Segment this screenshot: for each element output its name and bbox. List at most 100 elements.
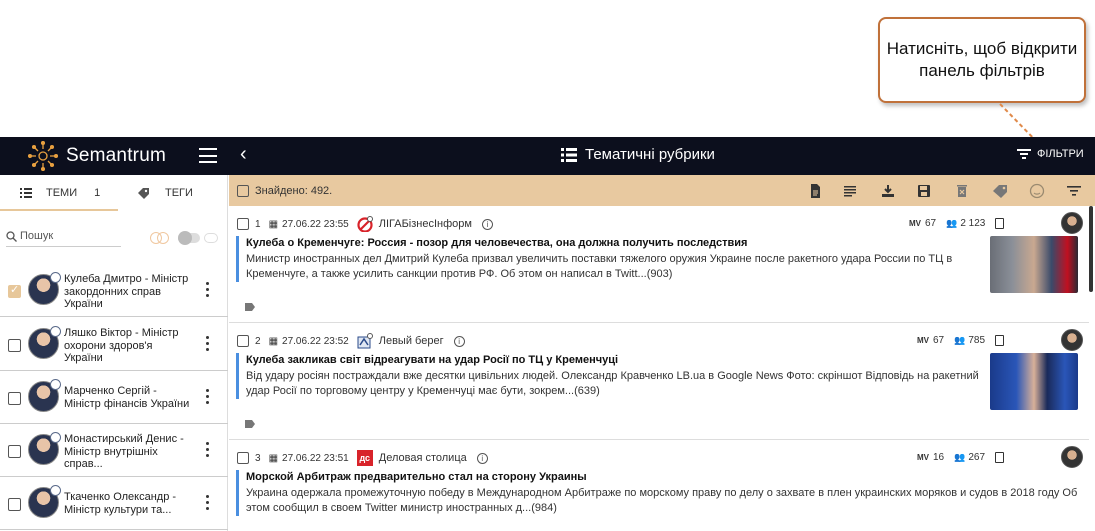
audience-icon: 👥 [954,452,966,462]
info-icon[interactable]: i [453,335,465,347]
brand-logo[interactable]: Semantrum [26,141,166,171]
more-vert-icon[interactable] [202,336,212,351]
sidebar: ТЕМИ 1 ТЕГИ Пошук Кулеба [0,175,228,531]
search-input[interactable]: Пошук [6,230,121,247]
article-body: Морской Арбитраж предварительно стал на … [236,470,1086,516]
topic-checkbox[interactable] [8,498,21,511]
tab-tags-label: ТЕГИ [165,187,193,199]
emoji-icon[interactable] [1029,183,1045,199]
info-icon[interactable]: i [481,218,493,230]
article-body: Кулеба о Кременчуге: Россия - позор для … [236,236,984,282]
filter-lines-icon [1017,149,1031,159]
page-title: Тематичні рубрики [561,146,715,163]
document-icon[interactable] [995,335,1004,346]
audience-value: 2 123 [960,218,986,229]
article-title[interactable]: Морской Арбитраж предварительно стал на … [246,470,1086,484]
topic-checkbox[interactable] [8,392,21,405]
mv-value: 16 [933,452,945,463]
sidebar-toggles [150,231,218,245]
tab-topics-label: ТЕМИ [46,187,78,199]
hamburger-menu-icon[interactable] [199,148,217,163]
search-icon [6,230,17,242]
article-body: Кулеба закликав світ відреагувати на уда… [236,353,984,399]
more-vert-icon[interactable] [202,495,212,510]
topic-item[interactable]: Ляшко Віктор - Міністр охорони здоров'я … [0,319,228,371]
avatar [28,432,61,465]
article-card[interactable]: 1 ▦ 27.06.22 23:55 ЛІГАБізнесІнформ i MV… [229,206,1089,323]
source-logo-icon [357,333,373,349]
topic-name: Марченко Сергій - Міністр фінансів Украї… [64,385,190,410]
brand-name: Semantrum [66,145,167,166]
source-avatar [1061,329,1083,351]
toggle-switch-secondary[interactable] [204,233,218,243]
delete-icon[interactable] [954,183,970,199]
article-title[interactable]: Кулеба о Кременчуге: Россия - позор для … [246,236,984,250]
scrollbar[interactable] [1089,206,1093,292]
avatar [28,326,61,359]
sort-filter-icon[interactable] [1066,183,1082,199]
more-vert-icon[interactable] [202,389,212,404]
top-bar: Semantrum ‹ Тематичні рубрики ФІЛЬТРИ [0,137,1095,175]
topic-name: Ткаченко Олександр - Міністр культури та… [64,491,177,516]
tag-icon[interactable] [245,420,255,428]
tab-tags[interactable]: ТЕГИ [138,187,193,199]
avatar [28,485,61,518]
select-all-checkbox[interactable] [237,185,249,197]
article-title[interactable]: Кулеба закликав світ відреагувати на уда… [246,353,984,367]
info-icon[interactable]: i [476,452,488,464]
tab-topics[interactable]: ТЕМИ 1 [20,187,100,199]
toggle-switch[interactable] [178,231,200,245]
chevron-left-icon[interactable]: ‹ [240,143,247,166]
topic-item[interactable]: Марченко Сергій - Міністр фінансів Украї… [0,372,228,424]
article-thumbnail[interactable] [990,236,1078,293]
mv-label: MV [909,219,921,228]
topic-name: Кулеба Дмитро - Міністр закордонних спра… [64,273,189,310]
topic-checkbox[interactable] [8,283,21,298]
text-lines-icon[interactable] [842,183,858,199]
article-metrics: MV 67 👥 785 [917,335,985,346]
document-icon[interactable] [995,218,1004,229]
sunburst-logo-icon [27,141,59,171]
more-vert-icon[interactable] [202,442,212,457]
topic-item[interactable]: Монастирський Денис - Міністр внутрішніх… [0,425,228,477]
tag-icon[interactable] [245,303,255,311]
article-checkbox[interactable] [237,452,249,464]
article-card[interactable]: 3 ▦ 27.06.22 23:51 дс Деловая столица i … [229,440,1089,531]
download-icon[interactable] [880,183,896,199]
audience-icon: 👥 [946,218,958,228]
article-source[interactable]: Левый берег [379,335,444,347]
results-toolbar: Знайдено: 492. [229,175,1095,206]
topic-item[interactable]: Ткаченко Олександр - Міністр культури та… [0,478,228,530]
article-checkbox[interactable] [237,218,249,230]
article-source[interactable]: Деловая столица [379,452,467,464]
topic-item[interactable]: Кулеба Дмитро - Міністр закордонних спра… [0,265,228,317]
article-datetime: 27.06.22 23:51 [282,452,349,464]
source-logo-icon [357,216,373,232]
article-source[interactable]: ЛІГАБізнесІнформ [379,218,472,230]
audience-value: 785 [968,335,986,346]
tag-icon[interactable] [992,183,1008,199]
article-thumbnail[interactable] [990,353,1078,410]
save-icon[interactable] [916,183,932,199]
article-snippet: Министр иностранных дел Дмитрий Кулеба п… [246,253,953,280]
mv-value: 67 [933,335,945,346]
article-metrics: MV 67 👥 2 123 [909,218,985,229]
page-title-text: Тематичні рубрики [585,146,715,163]
more-vert-icon[interactable] [202,282,212,297]
avatar [28,272,61,305]
topic-checkbox[interactable] [8,445,21,458]
document-icon[interactable] [995,452,1004,463]
calendar-icon: ▦ [268,335,279,347]
intersect-rings-icon[interactable] [150,231,170,245]
filters-button[interactable]: ФІЛЬТРИ [1017,148,1084,160]
calendar-icon: ▦ [268,218,279,230]
document-icon[interactable] [807,183,823,199]
callout-text: Натисніть, щоб відкрити панель фільтрів [886,39,1078,80]
article-checkbox[interactable] [237,335,249,347]
article-snippet: Украина одержала промежуточную победу в … [246,487,1078,514]
calendar-icon: ▦ [268,452,279,464]
tag-icon [138,187,149,199]
article-card[interactable]: 2 ▦ 27.06.22 23:52 Левый берег i MV 67 👥… [229,323,1089,440]
source-avatar [1061,446,1083,468]
topic-checkbox[interactable] [8,339,21,352]
